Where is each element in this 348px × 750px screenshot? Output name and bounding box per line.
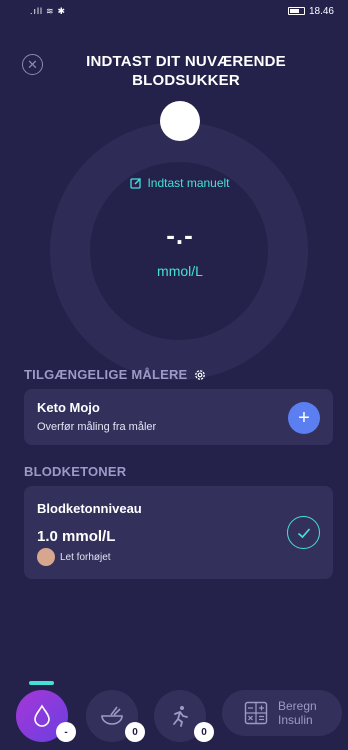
glucose-badge: - <box>56 722 76 742</box>
status-bar: .ıll ≋ ✱ 18.46 <box>0 0 348 22</box>
status-icons: .ıll ≋ ✱ <box>30 6 66 17</box>
calculate-insulin-label: Beregn Insulin <box>278 699 317 727</box>
edit-icon <box>130 177 142 189</box>
bottom-nav: - 0 0 Beregn Insulin <box>0 672 348 750</box>
drop-icon <box>34 704 50 727</box>
header: ✕ INDTAST DIT NUVÆRENDE BLODSUKKER <box>0 52 348 94</box>
meters-section-title: TILGÆNGELIGE MÅLERE <box>24 367 207 382</box>
manual-entry-link[interactable]: Indtast manuelt <box>100 174 260 192</box>
signal-icon: .ıll <box>30 6 43 16</box>
manual-entry-label: Indtast manuelt <box>147 176 230 190</box>
calculator-icon <box>244 701 268 725</box>
status-time: 18.46 <box>308 5 334 17</box>
meter-name: Keto Mojo <box>37 400 100 415</box>
close-icon: ✕ <box>27 57 38 72</box>
ketone-level: Let forhøjet <box>37 548 111 566</box>
status-right: 18.46 <box>287 5 334 17</box>
meters-title-text: TILGÆNGELIGE MÅLERE <box>24 367 188 382</box>
check-icon <box>297 527 310 538</box>
bluetooth-icon: ✱ <box>57 5 67 16</box>
calculate-insulin-button[interactable]: Beregn Insulin <box>222 690 342 736</box>
glucose-dial[interactable] <box>50 122 308 380</box>
page-title: INDTAST DIT NUVÆRENDE BLODSUKKER <box>86 53 286 89</box>
confirm-button[interactable] <box>287 516 320 549</box>
meter-card-keto-mojo[interactable]: Keto Mojo Overfør måling fra måler + <box>24 389 333 445</box>
level-label: Let forhøjet <box>60 551 111 563</box>
ketones-title-text: BLODKETONER <box>24 464 127 479</box>
activity-badge: 0 <box>194 722 214 742</box>
wifi-icon: ≋ <box>46 5 55 16</box>
ketone-card[interactable]: Blodketonniveau 1.0 mmol/L Let forhøjet <box>24 486 333 579</box>
level-dot-icon <box>37 548 55 566</box>
running-icon <box>173 706 188 727</box>
ketones-section-title: BLODKETONER <box>24 464 126 479</box>
ketone-title: Blodketonniveau <box>37 501 142 516</box>
plus-icon: + <box>298 407 310 429</box>
glucose-unit: mmol/L <box>157 263 203 279</box>
gear-icon[interactable] <box>193 368 207 382</box>
ketone-value: 1.0 mmol/L <box>37 528 116 545</box>
battery-icon <box>287 7 305 15</box>
glucose-reading: -.- <box>166 220 194 250</box>
active-tab-indicator <box>29 681 54 685</box>
meter-description: Overfør måling fra måler <box>37 421 157 433</box>
close-button[interactable]: ✕ <box>22 54 43 75</box>
food-badge: 0 <box>125 722 145 742</box>
add-meter-button[interactable]: + <box>288 402 320 434</box>
bowl-icon <box>101 706 123 725</box>
dial-knob[interactable] <box>160 101 200 141</box>
